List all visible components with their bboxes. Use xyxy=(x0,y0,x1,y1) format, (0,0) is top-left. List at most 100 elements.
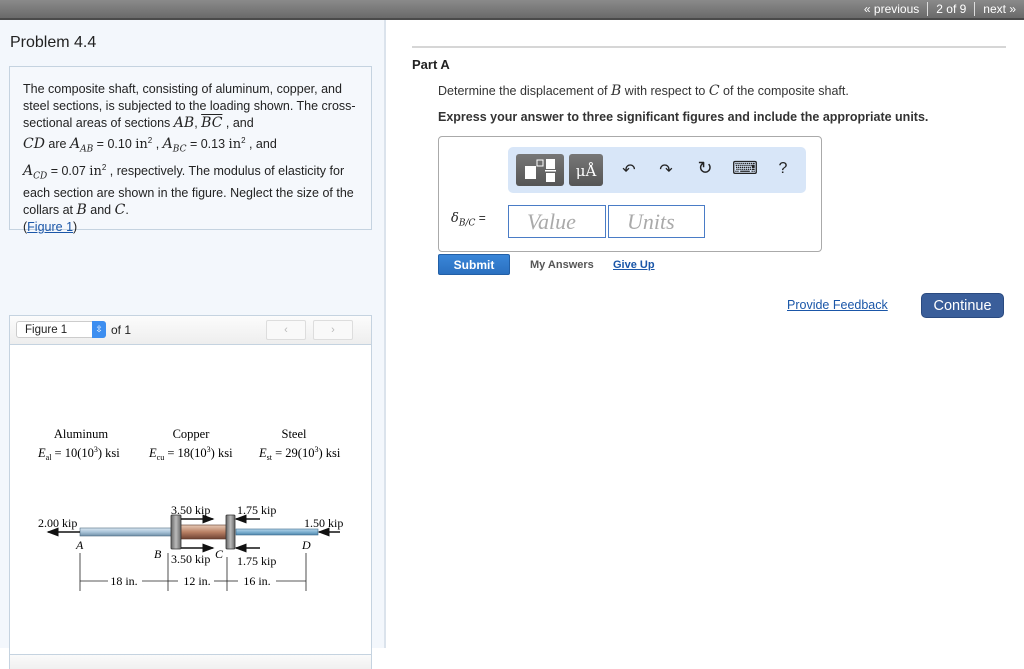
templates-icon xyxy=(525,159,556,182)
redo-icon[interactable]: ↷ xyxy=(654,160,678,180)
figure-count: of 1 xyxy=(111,323,132,337)
problem-pane: Problem 4.4 The composite shaft, consist… xyxy=(0,20,386,669)
figure-link[interactable]: Figure 1 xyxy=(27,220,73,234)
math: B xyxy=(76,202,87,219)
my-answers-link[interactable]: My Answers xyxy=(530,259,594,271)
undo-icon[interactable]: ↶ xyxy=(617,160,641,180)
math: BC xyxy=(201,115,223,131)
templates-button[interactable] xyxy=(516,154,564,186)
units-button[interactable]: μÅ xyxy=(569,154,603,186)
modulus-label: Ecu = 18(103) ksi xyxy=(148,445,233,462)
figure-select[interactable]: Figure 1 ⇳ xyxy=(16,321,106,338)
math: B xyxy=(611,83,622,99)
modulus-label: Eal = 10(103) ksi xyxy=(37,445,120,462)
load-label-c-bottom: 1.75 kip xyxy=(237,554,276,568)
math: in xyxy=(228,137,242,153)
help-icon[interactable]: ? xyxy=(771,160,795,178)
point-label-a: A xyxy=(75,538,84,552)
math: C xyxy=(708,83,720,99)
point-label-b: B xyxy=(154,547,162,561)
material-aluminum: Aluminum Eal = 10(103) ksi xyxy=(37,427,120,462)
text: with respect to xyxy=(621,84,709,98)
math: CD xyxy=(23,136,45,153)
question-text: Determine the displacement of B with res… xyxy=(438,83,849,99)
load-label-a: 2.00 kip xyxy=(38,516,77,530)
problem-statement-box: The composite shaft, consisting of alumi… xyxy=(9,66,372,234)
text: , xyxy=(152,137,163,152)
text: . xyxy=(125,203,129,218)
figure-select-value: Figure 1 xyxy=(25,324,68,336)
provide-feedback-link[interactable]: Provide Feedback xyxy=(787,298,888,312)
problem-title: Problem 4.4 xyxy=(10,34,97,51)
keyboard-icon[interactable]: ⌨ xyxy=(732,158,758,179)
give-up-link[interactable]: Give Up xyxy=(613,259,655,271)
material-name: Steel xyxy=(282,427,308,441)
question-pane: Part A Determine the displacement of B w… xyxy=(386,20,1024,648)
math: A xyxy=(69,136,81,153)
text: = 0.10 xyxy=(93,137,136,152)
modulus-label: Est = 29(103) ksi xyxy=(258,445,341,462)
divider xyxy=(412,46,1006,48)
math: B/C xyxy=(458,218,476,229)
dimension-bc: 12 in. xyxy=(183,574,210,588)
figure-panel: Figure 1 ⇳ of 1 ‹ › Aluminum Eal = 10(10… xyxy=(9,315,372,657)
math: in xyxy=(89,163,102,179)
text: = 0.07 xyxy=(47,163,90,178)
load-label-c-top: 1.75 kip xyxy=(237,503,276,517)
top-bar: « previous 2 of 9 next » xyxy=(0,0,1024,20)
position-indicator: 2 of 9 xyxy=(936,2,967,16)
math: C xyxy=(114,202,126,219)
load-label-b-bottom: 3.50 kip xyxy=(171,552,210,566)
text: = xyxy=(475,211,486,225)
problem-statement: The composite shaft, consisting of alumi… xyxy=(23,81,363,236)
figure-1-diagram: Aluminum Eal = 10(103) ksi Copper Ecu = … xyxy=(37,427,343,591)
assignment-nav: « previous 2 of 9 next » xyxy=(856,0,1024,18)
material-copper: Copper Ecu = 18(103) ksi xyxy=(148,427,233,462)
figure-panel-footer xyxy=(9,654,372,669)
point-label-c: C xyxy=(215,547,224,561)
next-link[interactable]: next » xyxy=(975,2,1024,16)
continue-button[interactable]: Continue xyxy=(921,293,1004,318)
text: ) xyxy=(73,220,78,235)
math: in xyxy=(135,137,148,153)
previous-link[interactable]: « previous xyxy=(856,2,927,16)
figure-toolbar: Figure 1 ⇳ of 1 ‹ › xyxy=(10,316,371,345)
material-steel: Steel Est = 29(103) ksi xyxy=(258,427,341,462)
text: Determine the displacement of xyxy=(438,84,612,98)
submit-button[interactable]: Submit xyxy=(438,254,510,275)
math: BC xyxy=(172,144,187,155)
collar-b xyxy=(170,514,182,550)
load-label-b-top: 3.50 kip xyxy=(171,503,210,517)
part-title: Part A xyxy=(412,57,450,72)
next-figure-button[interactable]: › xyxy=(313,320,353,340)
math: A xyxy=(162,136,173,153)
copper-section xyxy=(179,524,229,540)
previous-figure-button[interactable]: ‹ xyxy=(266,320,306,340)
text: = 0.13 xyxy=(186,137,229,152)
answer-box: μÅ ↶ ↷ ↻ ⌨ ? δB/C = Value Units xyxy=(438,136,822,252)
load-label-d: 1.50 kip xyxy=(304,516,343,530)
math-toolbar: μÅ ↶ ↷ ↻ ⌨ ? xyxy=(508,147,806,193)
text: are xyxy=(44,137,70,152)
point-label-d: D xyxy=(301,538,311,552)
dimension-cd: 16 in. xyxy=(243,574,270,588)
text: , and xyxy=(222,116,254,130)
value-input[interactable]: Value xyxy=(508,205,606,238)
text: of the composite shaft. xyxy=(719,84,849,98)
dimension-ab: 18 in. xyxy=(110,574,137,588)
text: , and xyxy=(245,137,277,152)
text: and xyxy=(86,203,115,218)
math: AB xyxy=(173,115,195,131)
instruction-text: Express your answer to three significant… xyxy=(438,110,929,124)
select-arrows-icon: ⇳ xyxy=(92,321,106,338)
material-name: Copper xyxy=(173,427,211,441)
units-input[interactable]: Units xyxy=(608,205,705,238)
aluminum-section xyxy=(79,527,177,537)
math: AB xyxy=(80,144,94,155)
collar-c xyxy=(225,514,236,550)
math: δ xyxy=(451,211,459,226)
math: CD xyxy=(33,171,48,182)
math: A xyxy=(23,162,34,179)
reset-icon[interactable]: ↻ xyxy=(693,158,717,179)
answer-label: δB/C = xyxy=(451,211,486,229)
